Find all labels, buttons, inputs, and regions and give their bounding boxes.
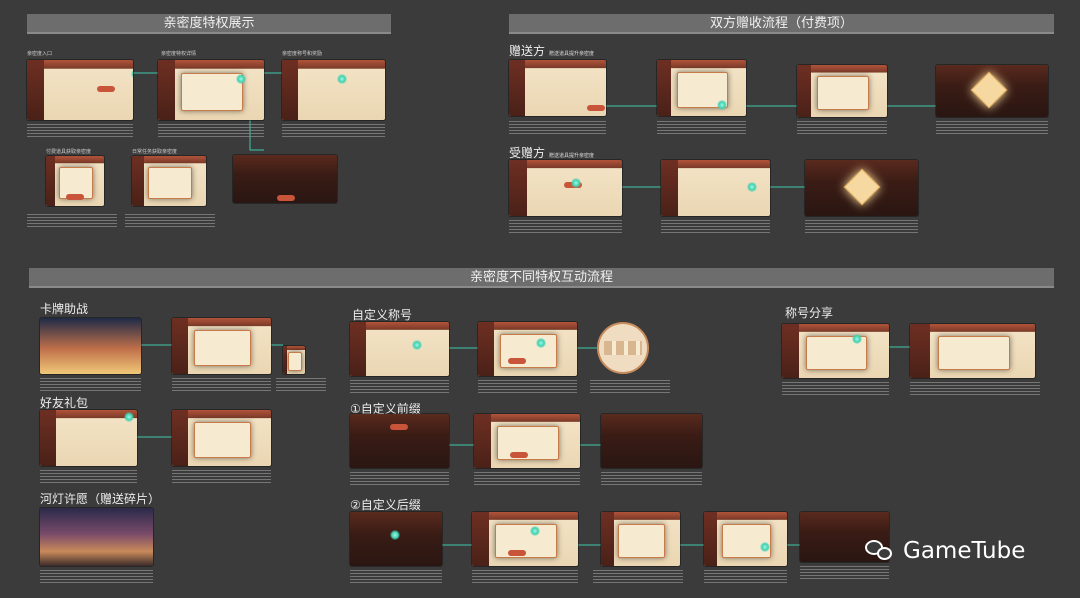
- desc-receiver-step3: [805, 220, 918, 234]
- screenshot-lantern-wish: [40, 508, 153, 566]
- screenshot-custom-title: [350, 322, 449, 376]
- wechat-bubble-icon: [865, 540, 895, 562]
- logo-text: GameTube: [903, 538, 1026, 564]
- screenshot-receiver-step3: [805, 160, 918, 216]
- desc-card-battle: [40, 378, 141, 392]
- desc-card-select: [172, 378, 271, 392]
- desc-lantern-wish: [40, 570, 153, 584]
- label-receiver: 受赠方 赠送道具提升亲密度: [509, 144, 594, 161]
- screenshot-sender-step1: [509, 60, 606, 116]
- label-title-share: 称号分享: [785, 306, 834, 320]
- label-privilege-details: 亲密度特权详情: [161, 51, 197, 57]
- screenshot-friend-gift: [40, 410, 137, 466]
- screenshot-receiver-step2: [661, 160, 770, 216]
- desc-friend-gift-detail: [172, 470, 271, 484]
- screenshot-entry: [27, 60, 133, 120]
- section-banner-interaction-flow: 亲密度不同特权互动流程: [29, 268, 1054, 288]
- label-sender-text: 赠送方: [509, 44, 546, 58]
- desc-sender-step3: [797, 121, 887, 135]
- desc-title-share: [782, 382, 889, 396]
- screenshot-title-display: [233, 155, 337, 203]
- screenshot-custom-suffix-input: [601, 512, 680, 566]
- desc-sender-step2: [657, 121, 746, 135]
- label-title-reward: 亲密度称号和奖励: [282, 51, 323, 57]
- desc-entry: [27, 124, 133, 138]
- section-banner-intimacy-privileges: 亲密度特权展示: [27, 14, 391, 34]
- screenshot-custom-prefix-dialog: [474, 414, 580, 468]
- desc-daily-tasks: [125, 214, 215, 228]
- desc-custom-title-dialog: [478, 380, 577, 394]
- desc-paid-items: [27, 214, 117, 228]
- desc-custom-suffix-confirm: [704, 570, 787, 584]
- label-entry: 亲密度入口: [27, 51, 53, 57]
- desc-sender-step1: [509, 121, 606, 135]
- desc-sender-step4: [936, 121, 1048, 135]
- screenshot-card-battle: [40, 318, 141, 374]
- desc-friend-gift: [40, 470, 137, 484]
- screenshot-sender-step4: [936, 65, 1048, 117]
- desc-custom-prefix-result: [601, 472, 702, 486]
- desc-title-share-result: [910, 382, 1040, 396]
- screenshot-custom-title-dialog: [478, 322, 577, 376]
- screenshot-custom-suffix: [350, 512, 442, 566]
- label-daily-tasks: 日常任务获取亲密度: [132, 149, 178, 155]
- screenshot-custom-prefix: [350, 414, 449, 468]
- label-friend-gift: 好友礼包: [40, 396, 89, 410]
- screenshot-card-detail: [283, 346, 305, 374]
- desc-custom-title: [350, 380, 449, 394]
- desc-custom-prefix: [350, 472, 449, 486]
- screenshot-friend-gift-detail: [172, 410, 271, 466]
- screenshot-custom-prefix-result: [601, 414, 702, 468]
- desc-custom-suffix-dialog: [472, 570, 578, 584]
- label-custom-suffix: ②自定义后缀: [350, 498, 421, 512]
- desc-custom-suffix: [350, 570, 442, 584]
- label-sender-sub: 赠送道具提升亲密度: [549, 51, 595, 57]
- label-paid-items: 付费道具获取亲密度: [46, 149, 92, 155]
- screenshot-paid-items: [46, 156, 104, 206]
- screenshot-sender-step2: [657, 60, 746, 116]
- desc-custom-suffix-result: [800, 566, 889, 580]
- desc-custom-title-options: [590, 380, 670, 394]
- desc-custom-suffix-input: [593, 570, 683, 584]
- screenshot-custom-suffix-dialog: [472, 512, 578, 566]
- desc-custom-prefix-dialog: [474, 472, 580, 486]
- screenshot-card-select: [172, 318, 271, 374]
- screenshot-sender-step3: [797, 65, 887, 117]
- desc-title-reward: [282, 124, 385, 138]
- desc-card-detail: [276, 378, 326, 392]
- screenshot-title-share: [782, 324, 889, 378]
- screenshot-title-reward: [282, 60, 385, 120]
- desc-receiver-step2: [661, 220, 770, 234]
- desc-privilege-details: [158, 124, 264, 138]
- label-sender: 赠送方 赠送道具提升亲密度: [509, 42, 594, 59]
- desc-receiver-step1: [509, 220, 622, 234]
- label-receiver-text: 受赠方: [509, 146, 546, 160]
- section-banner-gift-flow: 双方赠收流程（付费项）: [509, 14, 1054, 34]
- label-custom-title: 自定义称号: [352, 308, 413, 322]
- screenshot-receiver-step1: [509, 160, 622, 216]
- zoom-custom-title-options: [597, 322, 649, 374]
- gametube-logo: GameTube: [865, 538, 1025, 564]
- screenshot-title-share-result: [910, 324, 1035, 378]
- screenshot-privilege-details: [158, 60, 264, 120]
- screenshot-custom-suffix-confirm: [704, 512, 787, 566]
- screenshot-daily-tasks: [132, 156, 206, 206]
- label-receiver-sub: 赠送道具提升亲密度: [549, 153, 595, 159]
- label-card-battle: 卡牌助战: [40, 302, 89, 316]
- label-lantern-wish: 河灯许愿（赠送碎片）: [40, 492, 161, 506]
